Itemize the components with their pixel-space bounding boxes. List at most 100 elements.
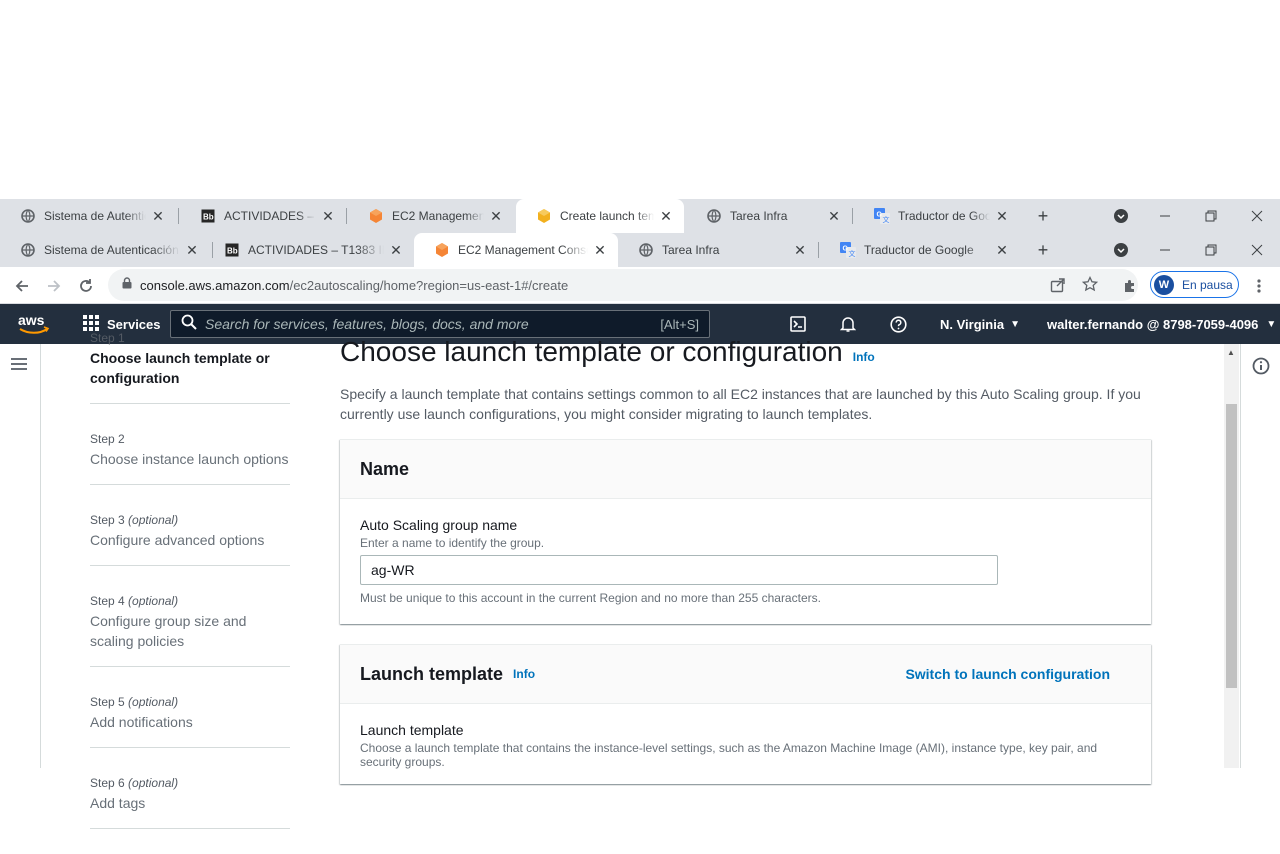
scrollbar-thumb[interactable]	[1226, 404, 1237, 688]
close-icon[interactable]: ✕	[320, 208, 336, 224]
launch-template-container: Launch template Info Switch to launch co…	[340, 644, 1151, 784]
step-title: Configure advanced options	[90, 532, 265, 548]
new-tab-plus-icon[interactable]: +	[1028, 199, 1058, 233]
browser-tab[interactable]: Sistema de Autenticación ✕	[0, 233, 210, 267]
browser-tab[interactable]: Bb ACTIVIDADES – T1383 INF ✕	[180, 199, 346, 233]
tab-title: Traductor de Google	[864, 243, 974, 257]
profile-button[interactable]: W En pausa	[1150, 271, 1239, 298]
wizard-step[interactable]: Step 2 Choose instance launch options	[90, 429, 290, 485]
minimize-icon[interactable]	[1150, 233, 1180, 267]
close-window-icon[interactable]	[1242, 233, 1272, 267]
region-label: N. Virginia	[940, 316, 1005, 332]
close-icon[interactable]: ✕	[388, 242, 404, 258]
close-window-icon[interactable]	[1242, 199, 1272, 233]
browser-tab-active[interactable]: Create launch template ✕	[516, 199, 684, 233]
step-title: Add notifications	[90, 714, 193, 730]
main-content: Choose launch template or configuration …	[340, 336, 1151, 784]
blank-area	[0, 0, 1280, 200]
globe-icon	[638, 242, 654, 258]
tab-title: Create launch template	[560, 209, 654, 223]
info-circle-icon[interactable]	[1252, 357, 1270, 380]
step-number: Step 5 (optional)	[90, 692, 290, 712]
wizard-step[interactable]: Step 1 Choose launch template or configu…	[90, 328, 290, 404]
lock-icon	[122, 276, 132, 294]
step-number: Step 4 (optional)	[90, 591, 290, 611]
tab-search-icon[interactable]	[1106, 233, 1136, 267]
container-title: Name	[360, 458, 410, 479]
wizard-step[interactable]: Step 5 (optional) Add notifications	[90, 692, 290, 748]
hamburger-menu-icon[interactable]	[10, 356, 30, 376]
tab-divider	[852, 208, 853, 224]
close-icon[interactable]: ✕	[658, 208, 674, 224]
aws-logo[interactable]: aws	[18, 312, 50, 336]
browser-tab[interactable]: Bb ACTIVIDADES – T1383 INF ✕	[204, 233, 414, 267]
container-body: Launch template Choose a launch template…	[340, 704, 1151, 789]
avatar: W	[1154, 274, 1174, 295]
tab-divider	[346, 208, 347, 224]
back-arrow-icon[interactable]	[8, 272, 36, 300]
wizard-step[interactable]: Step 6 (optional) Add tags	[90, 773, 290, 829]
close-icon[interactable]: ✕	[792, 242, 808, 258]
browser-tab[interactable]: Sistema de Autenticación ✕	[0, 199, 176, 233]
blackboard-icon: Bb	[224, 242, 240, 258]
tab-title: Traductor de Google	[898, 209, 990, 223]
browser-tab[interactable]: EC2 Management Console ✕	[348, 199, 514, 233]
bookmark-star-icon[interactable]	[1081, 275, 1099, 297]
tab-divider	[178, 208, 179, 224]
switch-to-launch-configuration-link[interactable]: Switch to launch configuration	[905, 666, 1110, 682]
browser-tab[interactable]: Tarea Infra ✕	[618, 233, 818, 267]
browser-menu-icon[interactable]	[1245, 272, 1273, 300]
field-description: Enter a name to identify the group.	[360, 536, 545, 550]
svg-text:Bb: Bb	[227, 247, 238, 256]
step-number: Step 2	[90, 429, 290, 449]
new-tab-plus-icon[interactable]: +	[1028, 233, 1058, 267]
browser-tabstrip: Sistema de Autenticación ✕ Bb ACTIVIDADE…	[0, 233, 1280, 267]
search-shortcut-hint: [Alt+S]	[660, 317, 699, 332]
google-translate-icon: G文	[840, 242, 856, 258]
step-number-text: Step 3	[90, 513, 125, 527]
profile-status: En pausa	[1182, 277, 1233, 292]
reload-icon[interactable]	[72, 272, 100, 300]
globe-icon	[20, 208, 36, 224]
step-number: Step 1	[90, 328, 290, 348]
aws-autoscaling-icon	[536, 208, 552, 224]
account-label: walter.fernando @ 8798-7059-4096	[1047, 316, 1259, 332]
page-scrollbar[interactable]: ▲	[1224, 344, 1239, 768]
share-icon[interactable]	[1050, 277, 1066, 298]
forward-arrow-icon[interactable]	[40, 272, 68, 300]
field-description: Choose a launch template that contains t…	[360, 741, 1098, 769]
page-header: Choose launch template or configuration …	[340, 336, 1151, 372]
step-optional: (optional)	[128, 594, 179, 608]
browser-tab[interactable]: Tarea Infra ✕	[686, 199, 852, 233]
asg-name-input[interactable]	[360, 555, 998, 585]
close-icon[interactable]: ✕	[994, 208, 1010, 224]
browser-tab[interactable]: G文 Traductor de Google ✕	[854, 199, 1020, 233]
close-icon[interactable]: ✕	[592, 242, 608, 258]
wizard-steps: Step 1 Choose launch template or configu…	[90, 331, 290, 854]
step-optional: (optional)	[128, 776, 179, 790]
wizard-step[interactable]: Step 4 (optional) Configure group size a…	[90, 591, 290, 667]
minimize-icon[interactable]	[1150, 199, 1180, 233]
info-link[interactable]: Info	[513, 667, 535, 681]
info-link[interactable]: Info	[853, 350, 875, 364]
address-bar[interactable]: console.aws.amazon.com/ec2autoscaling/ho…	[108, 269, 1138, 301]
step-optional: (optional)	[128, 513, 179, 527]
close-icon[interactable]: ✕	[184, 242, 200, 258]
globe-icon	[706, 208, 722, 224]
page-title: Choose launch template or configuration	[340, 336, 843, 367]
browser-tab-active[interactable]: EC2 Management Console ✕	[414, 233, 618, 267]
close-icon[interactable]: ✕	[826, 208, 842, 224]
scroll-up-arrow-icon[interactable]: ▲	[1227, 348, 1235, 357]
close-icon[interactable]: ✕	[488, 208, 504, 224]
restore-icon[interactable]	[1196, 233, 1226, 267]
wizard-step[interactable]: Step 3 (optional) Configure advanced opt…	[90, 510, 290, 566]
close-icon[interactable]: ✕	[150, 208, 166, 224]
close-icon[interactable]: ✕	[994, 242, 1010, 258]
tab-search-icon[interactable]	[1106, 199, 1136, 233]
restore-icon[interactable]	[1196, 199, 1226, 233]
extensions-puzzle-icon[interactable]	[1116, 272, 1144, 300]
aws-ec2-icon	[434, 242, 450, 258]
google-translate-icon: G文	[874, 208, 890, 224]
browser-tab[interactable]: G文 Traductor de Google ✕	[820, 233, 1020, 267]
tab-title: Tarea Infra	[662, 243, 720, 257]
